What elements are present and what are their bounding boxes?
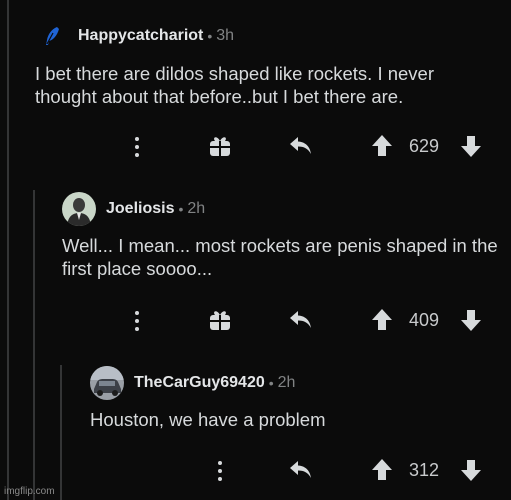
comment-thecarguy69420: TheCarGuy69420 • 2h Houston, we have a p… — [0, 0, 511, 500]
comment-body: Houston, we have a problem — [90, 409, 326, 430]
comment-age: 2h — [277, 374, 296, 391]
imgflip-watermark: imgflip.com — [4, 486, 55, 497]
reply-icon[interactable] — [288, 458, 314, 482]
car-avatar[interactable] — [90, 366, 124, 400]
vote-score: 312 — [409, 460, 440, 480]
comment-actions: 312 — [0, 455, 511, 485]
more-options-icon[interactable] — [216, 460, 224, 482]
downvote-icon[interactable] — [460, 458, 482, 482]
separator-dot: • — [268, 375, 274, 391]
upvote-icon[interactable] — [371, 458, 393, 482]
username[interactable]: TheCarGuy69420 — [134, 374, 265, 392]
comment-header: TheCarGuy69420 • 2h — [90, 366, 296, 400]
